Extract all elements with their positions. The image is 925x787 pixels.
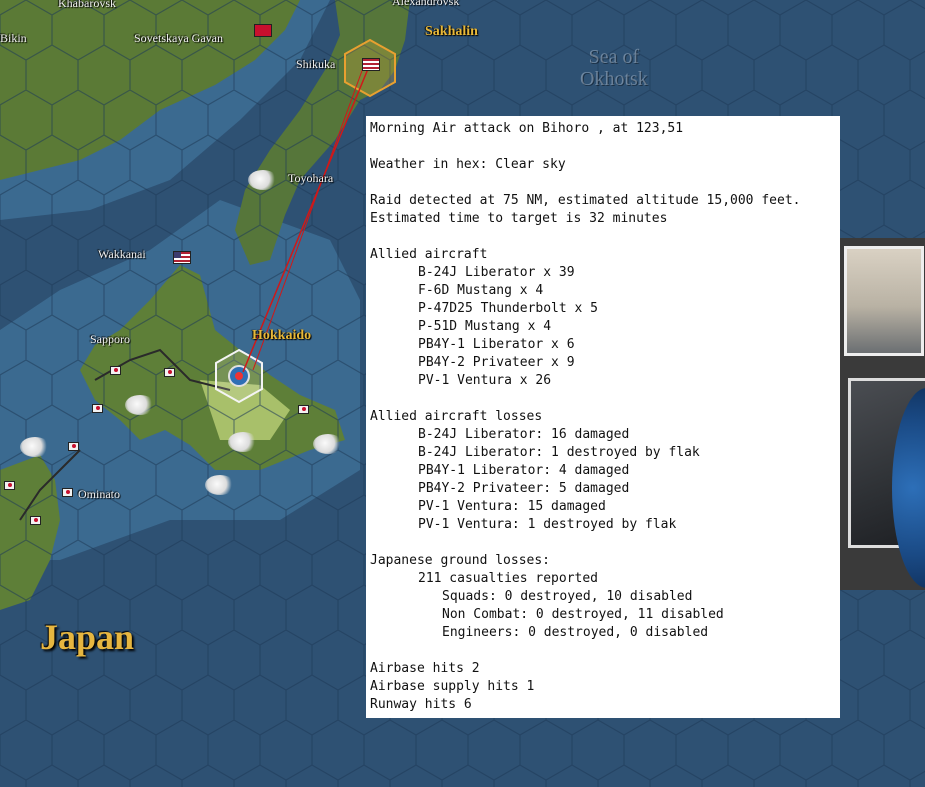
ground-loss-detail: Engineers: 0 destroyed, 0 disabled [442,625,709,640]
us-flag-canton [174,252,181,258]
sea-label-line1: Sea of [588,46,640,68]
combat-report-panel: Morning Air attack on Bihoro , at 123,51… [366,116,840,718]
report-time-to-target: Estimated time to target is 32 minutes [370,211,668,226]
cloud-icon [125,395,155,415]
city-toyohara-label: Toyohara [288,171,334,185]
runway-hits: Runway hits 6 [370,697,472,712]
sea-label-line2: Okhotsk [580,68,648,90]
japanese-unit-icon[interactable] [110,366,121,375]
japanese-unit-icon[interactable] [298,405,309,414]
city-alexandrovsk-label: Alexandrovsk [392,0,460,8]
japanese-unit-icon[interactable] [62,488,73,497]
advisor-photo-panel [840,238,925,590]
ground-losses-header: Japanese ground losses: [370,553,551,568]
allied-loss-item: B-24J Liberator: 16 damaged [418,427,630,442]
us-flag-icon[interactable] [173,251,191,264]
cloud-icon [248,170,278,190]
report-title: Morning Air attack on Bihoro , at 123,51 [370,121,684,136]
city-wakkanai-label: Wakkanai [98,247,146,261]
cloud-icon [228,432,258,452]
ground-loss-detail: Non Combat: 0 destroyed, 11 disabled [442,607,724,622]
city-bikin-label: Bikin [0,31,27,45]
allied-losses-header: Allied aircraft losses [370,409,543,424]
allied-loss-item: PB4Y-1 Liberator: 4 damaged [418,463,630,478]
allied-aircraft-item: PB4Y-2 Privateer x 9 [418,355,575,370]
cloud-icon [20,437,50,457]
city-ominato-label: Ominato [78,487,120,501]
allied-loss-item: PV-1 Ventura: 1 destroyed by flak [418,517,677,532]
cloud-icon [313,434,343,454]
airbase-supply-hits: Airbase supply hits 1 [370,679,535,694]
cloud-icon [205,475,235,495]
allied-aircraft-item: P-51D Mustang x 4 [418,319,552,334]
city-khabarovsk-label: Khabarovsk [58,0,116,10]
allied-aircraft-item: PB4Y-1 Liberator x 6 [418,337,575,352]
japanese-unit-icon[interactable] [92,404,103,413]
report-raid-detected: Raid detected at 75 NM, estimated altitu… [370,193,801,208]
allied-aircraft-header: Allied aircraft [370,247,488,262]
japanese-unit-icon[interactable] [30,516,41,525]
allied-loss-item: PB4Y-2 Privateer: 5 damaged [418,481,630,496]
allied-aircraft-item: P-47D25 Thunderbolt x 5 [418,301,599,316]
allied-aircraft-item: B-24J Liberator x 39 [418,265,575,280]
allied-loss-item: B-24J Liberator: 1 destroyed by flak [418,445,700,460]
country-japan-label: Japan [40,617,135,657]
region-sakhalin-label: Sakhalin [425,24,478,39]
sea-label: Sea of Okhotsk [580,46,648,90]
japanese-unit-icon[interactable] [164,368,175,377]
report-weather: Weather in hex: Clear sky [370,157,566,172]
airbase-hits: Airbase hits 2 [370,661,480,676]
soviet-flag-icon[interactable] [254,24,272,37]
allied-loss-item: PV-1 Ventura: 15 damaged [418,499,606,514]
allied-aircraft-item: F-6D Mustang x 4 [418,283,544,298]
us-flag-icon[interactable] [362,58,380,71]
casualties-line: 211 casualties reported [418,571,599,586]
ground-loss-detail: Squads: 0 destroyed, 10 disabled [442,589,693,604]
japanese-unit-icon[interactable] [68,442,79,451]
city-shikuka-label: Shikuka [296,57,336,71]
battleship-photo [844,246,924,356]
city-sapporo-label: Sapporo [90,332,130,346]
region-hokkaido-label: Hokkaido [252,328,312,343]
city-sovetskaya-gavan-label: Sovetskaya Gavan [134,31,223,45]
japanese-unit-icon[interactable] [4,481,15,490]
allied-aircraft-item: PV-1 Ventura x 26 [418,373,552,388]
